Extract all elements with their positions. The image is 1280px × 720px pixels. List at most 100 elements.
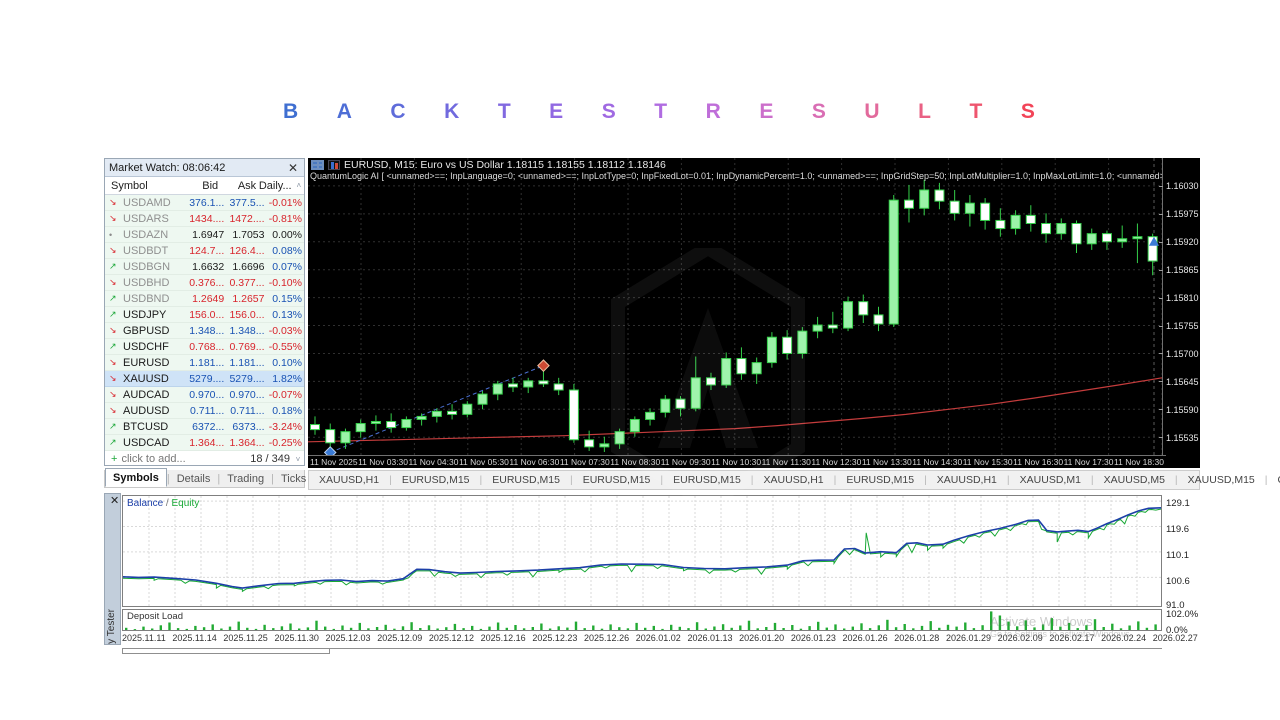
bid-value: 124.7... [182,245,224,257]
symbol-row-usdbgn[interactable]: ↗USDBGN1.66321.66960.07% [105,259,304,275]
column-symbol[interactable]: Symbol [105,180,178,192]
time-label-11-Nov-2025: 11 Nov 2025 [310,457,358,468]
scroll-up-icon[interactable]: ˄ [294,181,304,190]
symbol-name: XAUUSD [123,373,169,385]
ask-value: 6373... [224,421,264,433]
chart-tab-0-xauusd-h1[interactable]: XAUUSD,H1 [309,474,389,486]
symbol-row-usdazn[interactable]: •USDAZN1.69471.70530.00% [105,227,304,243]
chart-tab-6-eurusd-m15[interactable]: EURUSD,M15 [836,474,924,486]
chart-tab-8-xauusd-m1[interactable]: XAUUSD,M1 [1010,474,1091,486]
bid-value: 1.348... [182,325,224,337]
column-bid[interactable]: Bid [178,180,218,192]
trend-up-icon: ↗ [109,293,119,304]
date-label-2026.02.27: 2026.02.27 [1153,633,1198,643]
tab-details[interactable]: Details [170,470,218,487]
time-label-11-Nov-05-30: 11 Nov 05:30 [459,457,509,468]
symbol-cell: ↗BTCUSD [105,421,182,433]
ask-value: 0.377... [224,277,264,289]
title-letter-l-12: L [918,100,931,124]
symbol-name: GBPUSD [123,325,169,337]
bid-value: 376.1... [182,197,224,209]
price-label-1.15810: 1.15810 [1166,293,1199,303]
chart-tab-11-gbpusd-m1[interactable]: GBPUSD,M1 [1267,474,1280,486]
symbol-row-btcusd[interactable]: ↗BTCUSD6372...6373...-3.24% [105,419,304,435]
backtest-results-page: BACKTESTRESULTS Market Watch: 08:06:42 ✕… [0,0,1280,720]
bid-value: 156.0... [182,309,224,321]
chart-tab-10-xauusd-m15[interactable]: XAUUSD,M15 [1178,474,1265,486]
deposit-load-panel[interactable]: Deposit Load [122,609,1162,631]
title-letter-s-10: S [812,100,826,124]
price-tick [1159,353,1163,354]
price-scale[interactable]: 1.160301.159751.159201.158651.158101.157… [1162,158,1200,455]
symbol-row-usdars[interactable]: ↘USDARS1434....1472....-0.81% [105,211,304,227]
daily-change-value: -0.55% [265,341,305,353]
chart-tab-9-xauusd-m5[interactable]: XAUUSD,M5 [1094,474,1175,486]
time-label-11-Nov-12-30: 11 Nov 12:30 [811,457,861,468]
symbol-name: USDARS [123,213,169,225]
strategy-tester-label: Strategy Tester [106,609,117,645]
symbol-row-eurusd[interactable]: ↘EURUSD1.181...1.181...0.10% [105,355,304,371]
trend-down-icon: ↘ [109,213,119,224]
daily-change-value: -0.07% [265,389,305,401]
close-icon[interactable]: ✕ [108,495,121,507]
tab-trading[interactable]: Trading [220,470,271,487]
symbol-row-audusd[interactable]: ↘AUDUSD0.711...0.711...0.18% [105,403,304,419]
trend-down-icon: ↘ [109,325,119,336]
plus-icon[interactable]: + [105,453,121,465]
time-label-11-Nov-13-30: 11 Nov 13:30 [862,457,912,468]
symbol-row-xauusd[interactable]: ↘XAUUSD5279....5279....1.82% [105,371,304,387]
tab-symbols[interactable]: Symbols [105,468,167,487]
symbol-row-usdamd[interactable]: ↘USDAMD376.1...377.5...-0.01% [105,195,304,211]
symbol-row-usdcad[interactable]: ↗USDCAD1.364...1.364...-0.25% [105,435,304,451]
date-label-2026.02.17: 2026.02.17 [1049,633,1094,643]
date-label-2026.01.13: 2026.01.13 [687,633,732,643]
price-label-1.16030: 1.16030 [1166,181,1199,191]
symbol-row-usdjpy[interactable]: ↗USDJPY156.0...156.0...0.13% [105,307,304,323]
symbol-row-usdbnd[interactable]: ↗USDBND1.26491.26570.15% [105,291,304,307]
price-chart-panel[interactable]: EURUSD, M15: Euro vs US Dollar 1.18115 1… [308,158,1200,468]
daily-change-value: 0.15% [265,293,305,305]
daily-change-value: 0.18% [265,405,305,417]
time-label-11-Nov-17-30: 11 Nov 17:30 [1064,457,1114,468]
symbol-row-gbpusd[interactable]: ↘GBPUSD1.348...1.348...-0.03% [105,323,304,339]
add-symbol-row[interactable]: + click to add... 18 / 349 ˅ [105,451,304,467]
price-label-1.15590: 1.15590 [1166,405,1199,415]
page-title: BACKTESTRESULTS [283,100,1035,124]
equity-y-label-110.1: 110.1 [1166,550,1189,561]
add-symbol-label[interactable]: click to add... [121,453,185,465]
column-ask[interactable]: Ask [218,180,256,192]
chart-tab-1-eurusd-m15[interactable]: EURUSD,M15 [392,474,480,486]
equity-y-label-119.6: 119.6 [1166,524,1189,535]
symbol-row-usdbdt[interactable]: ↘USDBDT124.7...126.4...0.08% [105,243,304,259]
time-label-11-Nov-18-30: 11 Nov 18:30 [1114,457,1164,468]
symbol-row-usdchf[interactable]: ↗USDCHF0.768...0.769...-0.55% [105,339,304,355]
bid-value: 6372... [182,421,224,433]
bid-value: 0.970... [182,389,224,401]
daily-change-value: 0.10% [265,357,305,369]
bid-value: 5279.... [182,373,224,385]
close-icon[interactable]: ✕ [286,162,300,174]
equity-curve-panel[interactable]: Balance / Equity [122,495,1162,607]
date-label-2025.11.14: 2025.11.14 [172,633,216,643]
date-label-2026.02.09: 2026.02.09 [998,633,1043,643]
title-letter-k-3: K [444,100,459,124]
symbol-name: USDBHD [123,277,169,289]
symbol-row-usdbhd[interactable]: ↘USDBHD0.376...0.377...-0.10% [105,275,304,291]
trend-up-icon: ↗ [109,341,119,352]
scroll-down-icon[interactable]: ˅ [292,455,304,464]
column-daily[interactable]: Daily... [256,180,293,192]
ea-parameters-line: QuantumLogic AI [ <unnamed>==; InpLangua… [310,171,1162,181]
ask-value: 1.364... [224,437,264,449]
market-watch-rows: ↘USDAMD376.1...377.5...-0.01%↘USDARS1434… [105,195,304,451]
date-label-2025.12.16: 2025.12.16 [481,633,526,643]
chart-tab-7-xauusd-h1[interactable]: XAUUSD,H1 [927,474,1007,486]
date-label-2026.01.20: 2026.01.20 [739,633,784,643]
broker-logo-watermark [608,248,808,508]
title-letter-b-0: B [283,100,298,124]
symbol-name: USDBDT [123,245,168,257]
chart-tab-2-eurusd-m15[interactable]: EURUSD,M15 [482,474,570,486]
symbol-name: BTCUSD [123,421,168,433]
symbol-row-audcad[interactable]: ↘AUDCAD0.970...0.970...-0.07% [105,387,304,403]
trend-up-icon: ↗ [109,261,119,272]
trend-up-icon: ↗ [109,437,119,448]
